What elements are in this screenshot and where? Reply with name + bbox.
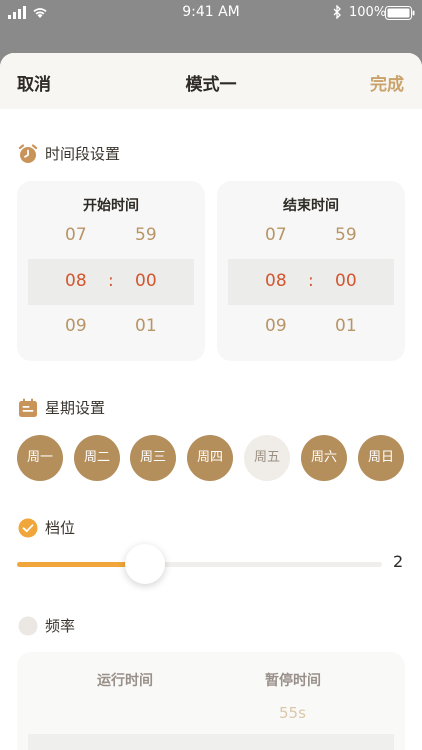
picker-row[interactable]: 09 01 xyxy=(217,312,405,342)
sheet-title: 模式一 xyxy=(185,75,237,95)
gear-value: 2 xyxy=(393,552,404,571)
selected-hour[interactable]: 08 xyxy=(65,271,87,291)
gear-section-label: 档位 xyxy=(45,519,76,537)
gear-section-title: 档位 xyxy=(18,517,75,538)
weekday-selector: 周一 周二 周三 周四 周五 周六 周日 xyxy=(17,435,405,481)
pause-time-option[interactable]: 55s xyxy=(279,704,306,722)
picker-row[interactable]: 07 59 xyxy=(17,221,205,251)
alarm-clock-icon xyxy=(18,143,38,163)
week-section-label: 星期设置 xyxy=(45,399,106,417)
frequency-section-title: 频率 xyxy=(18,615,75,636)
selected-hour[interactable]: 08 xyxy=(265,271,287,291)
selected-time-row[interactable]: 08 : 00 xyxy=(228,259,394,305)
minute-option[interactable]: 59 xyxy=(335,225,357,245)
time-section-label: 时间段设置 xyxy=(45,145,121,163)
end-time-picker[interactable]: 结束时间 07 59 08 : 00 09 01 xyxy=(217,181,405,361)
hour-option[interactable]: 07 xyxy=(265,225,287,245)
selected-time-row[interactable]: 08 : 00 xyxy=(28,259,194,305)
check-circle-icon[interactable] xyxy=(18,518,38,538)
status-bar: 9:41 AM 100% xyxy=(0,0,422,26)
day-sunday[interactable]: 周日 xyxy=(358,435,404,481)
minute-option[interactable]: 01 xyxy=(335,316,357,336)
calendar-icon xyxy=(19,398,37,417)
bluetooth-icon xyxy=(333,5,341,19)
frequency-selected-row[interactable] xyxy=(28,734,394,750)
run-time-label: 运行时间 xyxy=(97,673,153,689)
time-section-title: 时间段设置 xyxy=(18,143,120,164)
picker-row[interactable]: 07 59 xyxy=(217,221,405,251)
mode-settings-sheet: 取消 模式一 完成 时间段设置 开始时间 07 59 08 : 00 09 01… xyxy=(0,53,422,750)
day-saturday[interactable]: 周六 xyxy=(301,435,347,481)
gear-slider-handle[interactable] xyxy=(124,544,165,584)
day-tuesday[interactable]: 周二 xyxy=(74,435,120,481)
done-button[interactable]: 完成 xyxy=(370,70,404,95)
frequency-section-label: 频率 xyxy=(45,617,76,635)
end-time-label: 结束时间 xyxy=(283,198,339,214)
hour-option[interactable]: 07 xyxy=(65,225,87,245)
week-section-title: 星期设置 xyxy=(18,397,105,418)
minute-option[interactable]: 59 xyxy=(135,225,157,245)
pause-time-label: 暂停时间 xyxy=(265,673,321,689)
frequency-picker[interactable]: 运行时间 暂停时间 55s xyxy=(17,652,405,750)
minute-option[interactable]: 01 xyxy=(135,316,157,336)
day-thursday[interactable]: 周四 xyxy=(187,435,233,481)
time-separator: : xyxy=(108,271,114,291)
start-time-label: 开始时间 xyxy=(83,198,139,214)
start-time-picker[interactable]: 开始时间 07 59 08 : 00 09 01 xyxy=(17,181,205,361)
picker-row[interactable]: 09 01 xyxy=(17,312,205,342)
day-monday[interactable]: 周一 xyxy=(17,435,63,481)
hour-option[interactable]: 09 xyxy=(65,316,87,336)
selected-minute[interactable]: 00 xyxy=(335,271,357,291)
day-friday[interactable]: 周五 xyxy=(244,435,290,481)
hour-option[interactable]: 09 xyxy=(265,316,287,336)
battery-percent: 100% xyxy=(349,5,387,20)
selected-minute[interactable]: 00 xyxy=(135,271,157,291)
sheet-header: 取消 模式一 完成 xyxy=(0,53,422,109)
day-wednesday[interactable]: 周三 xyxy=(130,435,176,481)
time-separator: : xyxy=(308,271,314,291)
battery-icon xyxy=(385,6,415,20)
unchecked-circle-icon[interactable] xyxy=(18,616,38,636)
